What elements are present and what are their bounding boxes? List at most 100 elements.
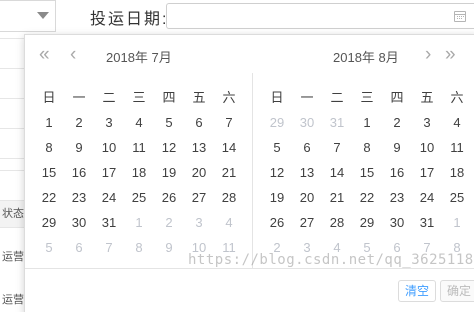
day-cell[interactable]: 22 xyxy=(34,185,64,210)
day-cell[interactable]: 3 xyxy=(412,110,442,135)
adjacent-month-day-cell[interactable]: 29 xyxy=(262,110,292,135)
day-cell[interactable]: 4 xyxy=(442,110,472,135)
day-cell[interactable]: 24 xyxy=(412,185,442,210)
day-cell[interactable]: 15 xyxy=(34,160,64,185)
day-cell[interactable]: 7 xyxy=(214,110,244,135)
day-cell[interactable]: 12 xyxy=(154,135,184,160)
day-cell[interactable]: 27 xyxy=(184,185,214,210)
date-range-input[interactable] xyxy=(166,3,474,29)
day-cell[interactable]: 6 xyxy=(292,135,322,160)
day-cell[interactable]: 25 xyxy=(124,185,154,210)
day-cell[interactable]: 14 xyxy=(214,135,244,160)
day-cell[interactable]: 4 xyxy=(124,110,154,135)
day-cell[interactable]: 13 xyxy=(292,160,322,185)
next-year-button[interactable]: » xyxy=(445,44,456,66)
day-cell[interactable]: 11 xyxy=(442,135,472,160)
week-row: 1234567 xyxy=(34,110,244,135)
day-cell[interactable]: 21 xyxy=(322,185,352,210)
day-cell[interactable]: 1 xyxy=(34,110,64,135)
day-cell[interactable]: 7 xyxy=(322,135,352,160)
day-cell[interactable]: 26 xyxy=(262,210,292,235)
day-cell[interactable]: 29 xyxy=(352,210,382,235)
confirm-button[interactable]: 确定 xyxy=(440,280,474,302)
left-calendar-grid: 日一二三四五六 1 2 3 4 5 6 7 8 9 10 11 12 13 14 15 16 17 18 19 20 21… xyxy=(34,85,244,260)
adjacent-month-day-cell[interactable]: 31 xyxy=(322,110,352,135)
day-cell[interactable]: 14 xyxy=(322,160,352,185)
day-cell[interactable]: 10 xyxy=(94,135,124,160)
adjacent-month-day-cell[interactable]: 8 xyxy=(124,235,154,260)
day-cell[interactable]: 17 xyxy=(412,160,442,185)
type-select[interactable] xyxy=(0,0,56,32)
day-cell[interactable]: 18 xyxy=(124,160,154,185)
day-cell[interactable]: 8 xyxy=(352,135,382,160)
adjacent-month-day-cell[interactable]: 5 xyxy=(34,235,64,260)
left-month-title: 2018年 7月 xyxy=(106,50,172,65)
chevron-down-icon[interactable] xyxy=(37,12,49,19)
day-cell[interactable]: 17 xyxy=(94,160,124,185)
day-cell[interactable]: 19 xyxy=(154,160,184,185)
prev-year-button[interactable]: « xyxy=(39,44,50,66)
background-table xyxy=(0,36,24,312)
adjacent-month-day-cell[interactable]: 1 xyxy=(442,210,472,235)
day-cell[interactable]: 31 xyxy=(412,210,442,235)
day-cell[interactable]: 1 xyxy=(352,110,382,135)
page: 投运日期: 状态 运营 运营 « ‹ 2018年 7月 日一二三四五六12345… xyxy=(0,0,474,312)
day-cell[interactable]: 26 xyxy=(154,185,184,210)
week-row: 15 16 17 18 19 20 21 xyxy=(34,160,244,185)
day-cell[interactable]: 28 xyxy=(214,185,244,210)
adjacent-month-day-cell[interactable]: 4 xyxy=(214,210,244,235)
day-cell[interactable]: 20 xyxy=(184,160,214,185)
prev-month-button[interactable]: ‹ xyxy=(70,44,76,66)
day-cell[interactable]: 27 xyxy=(292,210,322,235)
day-cell[interactable]: 29 xyxy=(34,210,64,235)
day-cell[interactable]: 5 xyxy=(154,110,184,135)
day-cell[interactable]: 22 xyxy=(352,185,382,210)
adjacent-month-day-cell[interactable]: 2 xyxy=(154,210,184,235)
day-cell[interactable]: 23 xyxy=(382,185,412,210)
day-cell[interactable]: 10 xyxy=(412,135,442,160)
weekday-label: 五 xyxy=(420,90,434,105)
adjacent-month-day-cell[interactable]: 30 xyxy=(292,110,322,135)
adjacent-month-day-cell[interactable]: 7 xyxy=(94,235,124,260)
day-cell[interactable]: 28 xyxy=(322,210,352,235)
day-cell[interactable]: 9 xyxy=(382,135,412,160)
day-cell[interactable]: 24 xyxy=(94,185,124,210)
adjacent-month-day-cell[interactable]: 9 xyxy=(154,235,184,260)
weekday-label: 一 xyxy=(72,90,86,105)
day-cell[interactable]: 15 xyxy=(352,160,382,185)
day-cell[interactable]: 19 xyxy=(262,185,292,210)
day-cell[interactable]: 25 xyxy=(442,185,472,210)
day-cell[interactable]: 8 xyxy=(34,135,64,160)
day-cell[interactable]: 16 xyxy=(382,160,412,185)
day-cell[interactable]: 2 xyxy=(382,110,412,135)
day-cell[interactable]: 23 xyxy=(64,185,94,210)
week-row: 5 6 7 8 9 10 11 xyxy=(262,135,472,160)
day-cell[interactable]: 3 xyxy=(94,110,124,135)
day-cell[interactable]: 31 xyxy=(94,210,124,235)
clear-button[interactable]: 清空 xyxy=(398,280,437,302)
day-cell[interactable]: 21 xyxy=(214,160,244,185)
day-cell[interactable]: 6 xyxy=(184,110,214,135)
adjacent-month-day-cell[interactable]: 6 xyxy=(64,235,94,260)
day-cell[interactable]: 12 xyxy=(262,160,292,185)
weekday-label: 四 xyxy=(162,90,176,105)
day-cell[interactable]: 18 xyxy=(442,160,472,185)
day-cell[interactable]: 20 xyxy=(292,185,322,210)
day-cell[interactable]: 9 xyxy=(64,135,94,160)
day-cell[interactable]: 5 xyxy=(262,135,292,160)
day-cell[interactable]: 13 xyxy=(184,135,214,160)
day-cell[interactable]: 11 xyxy=(124,135,154,160)
right-month-title: 2018年 8月 xyxy=(333,50,399,65)
day-cell[interactable]: 2 xyxy=(64,110,94,135)
calendar-icon[interactable] xyxy=(454,11,466,22)
week-row: 12 13 14 15 16 17 18 xyxy=(262,160,472,185)
right-calendar-grid: 日一二三四五六 29 30 31 1 2 3 4 5 6 7 8 9 10 11 12 13 14 15 16 17 18… xyxy=(262,85,472,260)
next-month-button[interactable]: › xyxy=(425,44,431,66)
day-cell[interactable]: 30 xyxy=(382,210,412,235)
day-cell[interactable]: 30 xyxy=(64,210,94,235)
weekday-label: 三 xyxy=(132,90,146,105)
adjacent-month-day-cell[interactable]: 3 xyxy=(184,210,214,235)
day-cell[interactable]: 16 xyxy=(64,160,94,185)
table-row-label: 运营 xyxy=(2,294,24,306)
adjacent-month-day-cell[interactable]: 1 xyxy=(124,210,154,235)
